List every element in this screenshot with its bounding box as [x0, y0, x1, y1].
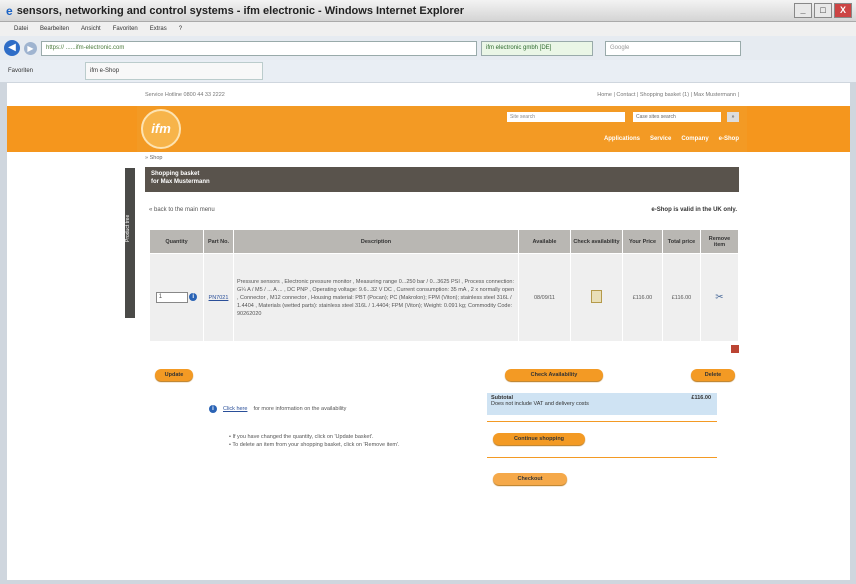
part-no-link[interactable]: PN7021 [209, 295, 229, 301]
check-availability-button[interactable]: Check Availability [505, 369, 603, 381]
browser-tab[interactable]: ifm e-Shop [85, 62, 264, 80]
service-hotline: Service Hotline 0800 44 33 2222 [145, 91, 225, 98]
nav-applications[interactable]: Applications [604, 136, 640, 142]
menu-item-view[interactable]: Ansicht [81, 26, 101, 32]
web-page: Service Hotline 0800 44 33 2222 Home | C… [125, 83, 747, 580]
col-available: Available [518, 229, 571, 254]
your-price-cell: £116.00 [622, 253, 663, 342]
search-go-button[interactable]: » [727, 112, 739, 122]
breadcrumb[interactable]: » Shop [145, 155, 162, 161]
check-availability-cell [570, 253, 623, 342]
basket-hints: If you have changed the quantity, click … [229, 433, 400, 449]
print-icon[interactable] [731, 345, 739, 353]
table-row: 1 i PN7021 Pressure sensors , Electronic… [149, 253, 739, 342]
remove-item-cell: ✂ [700, 253, 739, 342]
col-check-availability: Check availability [570, 229, 623, 254]
continue-shopping-button[interactable]: Continue shopping [493, 433, 585, 445]
window-title: sensors, networking and control systems … [16, 4, 465, 17]
description-cell: Pressure sensors , Electronic pressure m… [233, 253, 519, 342]
site-header: ifm Site search Case sites search » Appl… [137, 106, 747, 152]
col-total-price[interactable]: Total price [662, 229, 701, 254]
availability-info: i Click here for more information on the… [209, 405, 346, 413]
eshop-valid-note: e-Shop is valid in the UK only. [651, 207, 737, 213]
list-item: If you have changed the quantity, click … [229, 433, 400, 441]
col-your-price[interactable]: Your Price [622, 229, 663, 254]
subtotal-box: Subtotal Does not include VAT and delive… [487, 393, 717, 415]
forward-button[interactable]: ▶ [24, 41, 37, 55]
list-item: To delete an item from your shopping bas… [229, 441, 399, 449]
browser-search-input[interactable]: Google [605, 40, 741, 56]
browser-viewport: Service Hotline 0800 44 33 2222 Home | C… [7, 83, 850, 580]
address-bar: ◀ ▶ https:// ......ifm-electronic.com if… [0, 36, 856, 60]
minimize-button[interactable]: _ [794, 3, 812, 18]
subtotal-note: Does not include VAT and delivery costs [491, 401, 589, 407]
window-titlebar: e sensors, networking and control system… [0, 0, 856, 22]
menu-bar: Datei Bearbeiten Ansicht Favoriten Extra… [0, 22, 856, 36]
basket-table: Quantity Part No. Description Available … [149, 229, 739, 342]
ifm-logo[interactable]: ifm [141, 109, 181, 149]
nav-eshop[interactable]: e-Shop [719, 136, 739, 142]
col-part-no[interactable]: Part No. [203, 229, 234, 254]
basket-subtitle: for Max Mustermann [151, 179, 210, 185]
info-icon: i [209, 405, 217, 413]
menu-item-tools[interactable]: Extras [150, 26, 167, 32]
col-quantity[interactable]: Quantity [149, 229, 204, 254]
col-remove-item: Remove item [700, 229, 739, 254]
site-search-input[interactable]: Site search [507, 112, 625, 122]
table-header-row: Quantity Part No. Description Available … [149, 229, 739, 254]
search-scope-select[interactable]: Case sites search [633, 112, 721, 122]
favorites-button[interactable]: Favoriten [8, 68, 33, 74]
back-button[interactable]: ◀ [4, 40, 20, 56]
page-topbar: Service Hotline 0800 44 33 2222 Home | C… [137, 83, 747, 106]
subtotal-value: £116.00 [691, 395, 711, 401]
col-description[interactable]: Description [233, 229, 519, 254]
info-icon[interactable]: i [189, 293, 198, 301]
menu-item-help[interactable]: ? [179, 26, 182, 32]
back-to-menu-link[interactable]: « back to the main menu [149, 207, 215, 213]
menu-item-file[interactable]: Datei [14, 26, 28, 32]
basket-header: Shopping basket for Max Mustermann [145, 167, 739, 192]
delete-button[interactable]: Delete [691, 369, 735, 381]
url-input[interactable]: https:// ......ifm-electronic.com [41, 40, 477, 56]
quantity-input[interactable]: 1 [155, 292, 188, 303]
maximize-button[interactable]: □ [814, 3, 832, 18]
clipboard-icon[interactable] [591, 290, 602, 303]
nav-company[interactable]: Company [681, 136, 708, 142]
quantity-cell: 1 i [149, 253, 204, 342]
basket-title: Shopping basket [151, 171, 200, 177]
window-controls: _ □ X [794, 3, 852, 18]
certificate-badge[interactable]: ifm electronic gmbh [DE] [481, 40, 593, 56]
remove-item-icon[interactable]: ✂ [715, 292, 723, 303]
favorites-bar: Favoriten ifm e-Shop [0, 60, 856, 82]
menu-item-edit[interactable]: Bearbeiten [40, 26, 69, 32]
available-cell: 08/09/11 [518, 253, 571, 342]
nav-service[interactable]: Service [650, 136, 671, 142]
total-price-cell: £116.00 [662, 253, 701, 342]
availability-info-text: for more information on the availability [253, 406, 347, 412]
update-button[interactable]: Update [155, 369, 193, 381]
top-links[interactable]: Home | Contact | Shopping basket (1) | M… [597, 92, 739, 98]
close-button[interactable]: X [834, 3, 852, 18]
part-no-cell: PN7021 [203, 253, 234, 342]
divider [487, 421, 717, 422]
availability-info-link[interactable]: Click here [223, 406, 247, 412]
divider [487, 457, 717, 458]
menu-item-favorites[interactable]: Favoriten [113, 26, 138, 32]
checkout-button[interactable]: Checkout [493, 473, 567, 485]
product-tree-tab[interactable]: Product tree [125, 168, 135, 318]
main-nav: Applications Service Company e-Shop [604, 136, 739, 142]
browser-logo-icon: e [6, 3, 13, 18]
